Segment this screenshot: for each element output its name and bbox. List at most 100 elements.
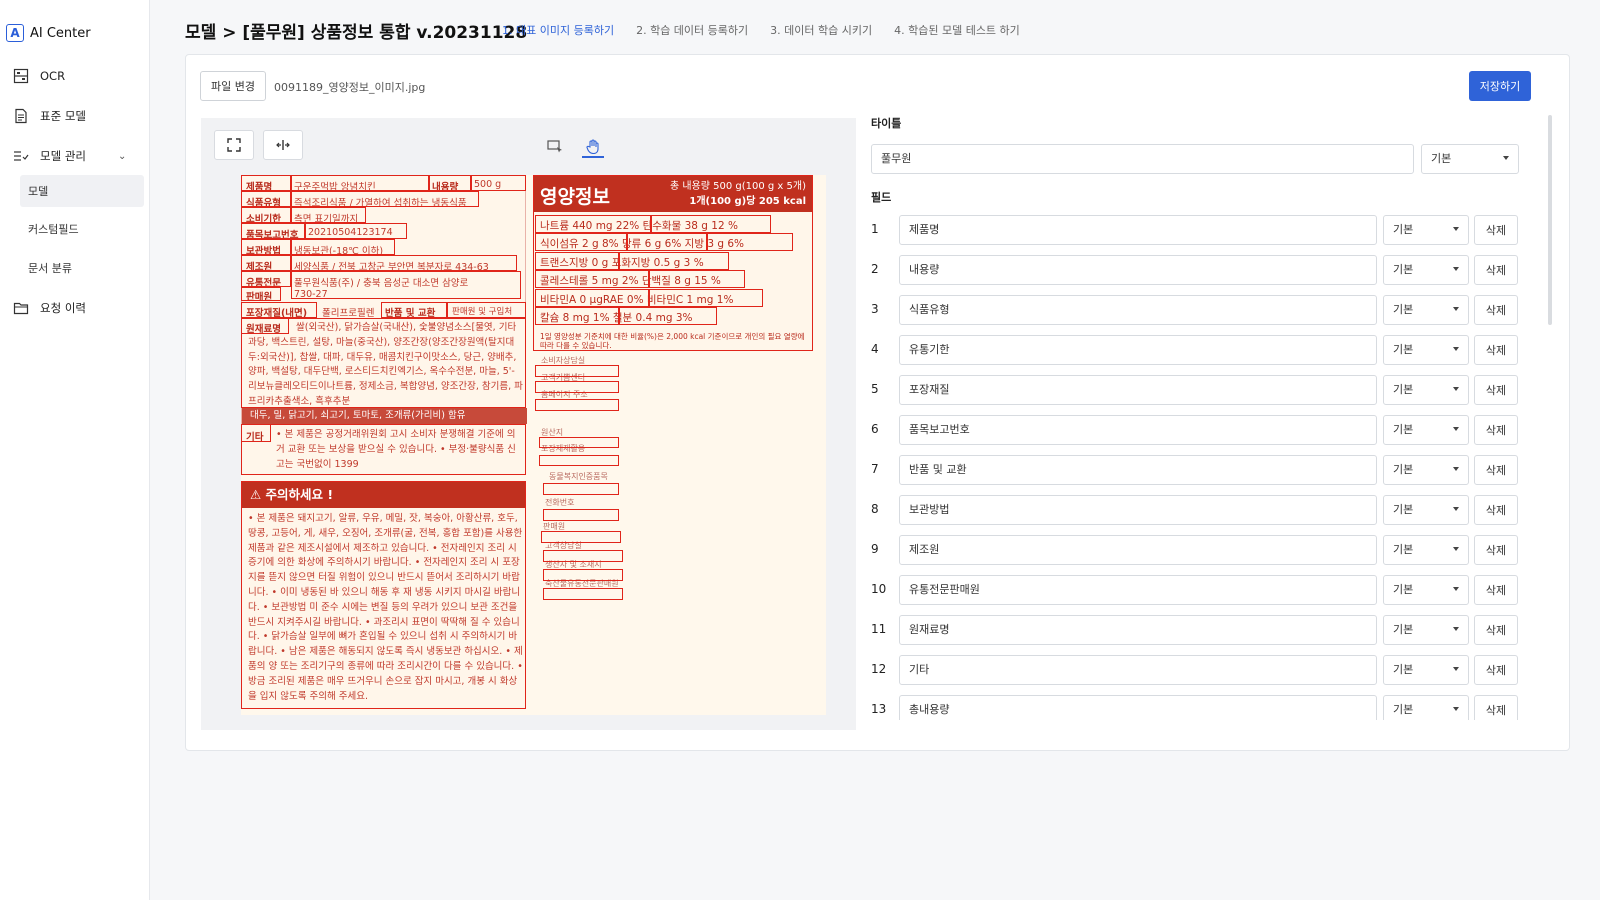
ocr-box[interactable] bbox=[535, 233, 627, 251]
ocr-box[interactable] bbox=[291, 207, 366, 223]
ocr-box[interactable] bbox=[535, 289, 649, 307]
ocr-box[interactable] bbox=[535, 252, 619, 270]
delete-field-button[interactable]: 삭제 bbox=[1474, 255, 1518, 285]
field-type-select[interactable]: 기본 bbox=[1383, 615, 1469, 645]
field-type-select[interactable]: 기본 bbox=[1383, 695, 1469, 720]
ocr-box[interactable] bbox=[535, 365, 619, 377]
step-2-register-training-data[interactable]: 2. 학습 데이터 등록하기 bbox=[636, 22, 748, 38]
field-name-input[interactable]: 제조원 bbox=[899, 535, 1377, 565]
step-1-register-image[interactable]: 1. 대표 이미지 등록하기 bbox=[502, 22, 614, 38]
ocr-box[interactable] bbox=[543, 550, 623, 562]
ocr-box[interactable] bbox=[305, 223, 407, 239]
field-type-select[interactable]: 기본 bbox=[1383, 455, 1469, 485]
ocr-box[interactable] bbox=[471, 175, 526, 191]
ocr-box[interactable] bbox=[429, 175, 471, 191]
field-name-input[interactable]: 원재료명 bbox=[899, 615, 1377, 645]
ocr-box[interactable] bbox=[241, 175, 291, 191]
ocr-box[interactable] bbox=[241, 318, 526, 408]
ocr-box[interactable] bbox=[535, 270, 649, 288]
ocr-box[interactable] bbox=[447, 302, 526, 318]
ocr-box[interactable] bbox=[241, 255, 291, 271]
hand-pan-icon[interactable] bbox=[582, 136, 604, 158]
sidebar-subitem-custom-field[interactable]: 커스텀필드 bbox=[20, 213, 144, 245]
title-type-select[interactable]: 기본 bbox=[1421, 144, 1519, 174]
ocr-box[interactable] bbox=[291, 271, 521, 299]
field-name-input[interactable]: 반품 및 교환 bbox=[899, 455, 1377, 485]
fit-width-button[interactable] bbox=[263, 130, 303, 160]
ocr-box[interactable] bbox=[543, 569, 623, 581]
field-name-input[interactable]: 보관방법 bbox=[899, 495, 1377, 525]
ocr-box[interactable] bbox=[649, 270, 745, 288]
ocr-box[interactable] bbox=[241, 424, 526, 475]
field-type-select[interactable]: 기본 bbox=[1383, 575, 1469, 605]
delete-field-button[interactable]: 삭제 bbox=[1474, 495, 1518, 525]
ocr-box[interactable] bbox=[539, 455, 619, 466]
ocr-box[interactable] bbox=[241, 191, 291, 207]
delete-field-button[interactable]: 삭제 bbox=[1474, 655, 1518, 685]
ocr-box[interactable] bbox=[535, 381, 619, 393]
brand[interactable]: A AI Center bbox=[6, 24, 91, 42]
ocr-box[interactable] bbox=[241, 271, 291, 287]
sidebar-item-standard-model[interactable]: 표준 모델 bbox=[12, 102, 86, 130]
chevron-down-icon[interactable]: ⌄ bbox=[118, 151, 126, 162]
field-type-select[interactable]: 기본 bbox=[1383, 335, 1469, 365]
sidebar-item-ocr[interactable]: OCR bbox=[12, 62, 65, 90]
sidebar-item-model-management[interactable]: 모델 관리 ⌄ bbox=[12, 142, 126, 170]
ocr-box[interactable] bbox=[241, 239, 291, 255]
field-type-select[interactable]: 기본 bbox=[1383, 215, 1469, 245]
field-type-select[interactable]: 기본 bbox=[1383, 255, 1469, 285]
ocr-box[interactable] bbox=[535, 215, 651, 233]
ocr-box[interactable] bbox=[291, 239, 395, 255]
ocr-box[interactable] bbox=[649, 289, 763, 307]
ocr-box[interactable] bbox=[241, 302, 317, 318]
delete-field-button[interactable]: 삭제 bbox=[1474, 415, 1518, 445]
ocr-box[interactable] bbox=[707, 233, 793, 251]
sidebar-item-request-history[interactable]: 요청 이력 bbox=[12, 294, 86, 322]
sidebar-subitem-document-classification[interactable]: 문서 분류 bbox=[20, 252, 144, 284]
field-type-select[interactable]: 기본 bbox=[1383, 415, 1469, 445]
field-type-select[interactable]: 기본 bbox=[1383, 535, 1469, 565]
field-name-input[interactable]: 기타 bbox=[899, 655, 1377, 685]
ocr-box[interactable] bbox=[291, 191, 479, 207]
fullscreen-button[interactable] bbox=[214, 130, 254, 160]
sidebar-subitem-model[interactable]: 모델 bbox=[20, 175, 144, 207]
field-name-input[interactable]: 내용량 bbox=[899, 255, 1377, 285]
field-name-input[interactable]: 총내용량 bbox=[899, 695, 1377, 720]
fields-scrollbar[interactable] bbox=[1548, 115, 1552, 325]
select-mode-icon[interactable] bbox=[544, 136, 566, 156]
delete-field-button[interactable]: 삭제 bbox=[1474, 695, 1518, 720]
ocr-box[interactable] bbox=[241, 223, 305, 239]
title-input[interactable]: 풀무원 bbox=[871, 144, 1414, 174]
ocr-box[interactable] bbox=[241, 207, 291, 223]
field-type-select[interactable]: 기본 bbox=[1383, 495, 1469, 525]
delete-field-button[interactable]: 삭제 bbox=[1474, 575, 1518, 605]
ocr-box[interactable] bbox=[535, 307, 619, 325]
step-4-test-model[interactable]: 4. 학습된 모델 테스트 하기 bbox=[894, 22, 1020, 38]
field-type-select[interactable]: 기본 bbox=[1383, 375, 1469, 405]
delete-field-button[interactable]: 삭제 bbox=[1474, 455, 1518, 485]
field-type-select[interactable]: 기본 bbox=[1383, 655, 1469, 685]
ocr-box[interactable] bbox=[535, 399, 619, 411]
ocr-box[interactable] bbox=[619, 307, 717, 325]
step-3-train-data[interactable]: 3. 데이터 학습 시키기 bbox=[770, 22, 872, 38]
field-name-input[interactable]: 제품명 bbox=[899, 215, 1377, 245]
field-name-input[interactable]: 유통기한 bbox=[899, 335, 1377, 365]
field-name-input[interactable]: 식품유형 bbox=[899, 295, 1377, 325]
field-name-input[interactable]: 유통전문판매원 bbox=[899, 575, 1377, 605]
ocr-box[interactable] bbox=[291, 175, 429, 191]
ocr-box[interactable] bbox=[543, 588, 623, 600]
fields-list[interactable]: 1 제품명 기본 삭제 2 내용량 기본 삭제 3 식품유형 기본 삭제 4 유통기한 기본 삭제 5 포장재질 기… bbox=[871, 215, 1521, 720]
field-name-input[interactable]: 포장재질 bbox=[899, 375, 1377, 405]
ocr-box[interactable] bbox=[651, 215, 771, 233]
image-viewer[interactable]: 제품명 구운주먹밥 앙념치킨 내용량 500 g 식품유형 즉석조리식품 / 가… bbox=[201, 118, 856, 730]
ocr-box[interactable] bbox=[241, 287, 281, 301]
ocr-box[interactable] bbox=[381, 302, 447, 318]
delete-field-button[interactable]: 삭제 bbox=[1474, 375, 1518, 405]
delete-field-button[interactable]: 삭제 bbox=[1474, 215, 1518, 245]
field-name-input[interactable]: 품목보고번호 bbox=[899, 415, 1377, 445]
ocr-box[interactable] bbox=[543, 509, 619, 521]
delete-field-button[interactable]: 삭제 bbox=[1474, 335, 1518, 365]
field-type-select[interactable]: 기본 bbox=[1383, 295, 1469, 325]
ocr-box[interactable] bbox=[541, 531, 621, 543]
ocr-box[interactable] bbox=[619, 252, 729, 270]
